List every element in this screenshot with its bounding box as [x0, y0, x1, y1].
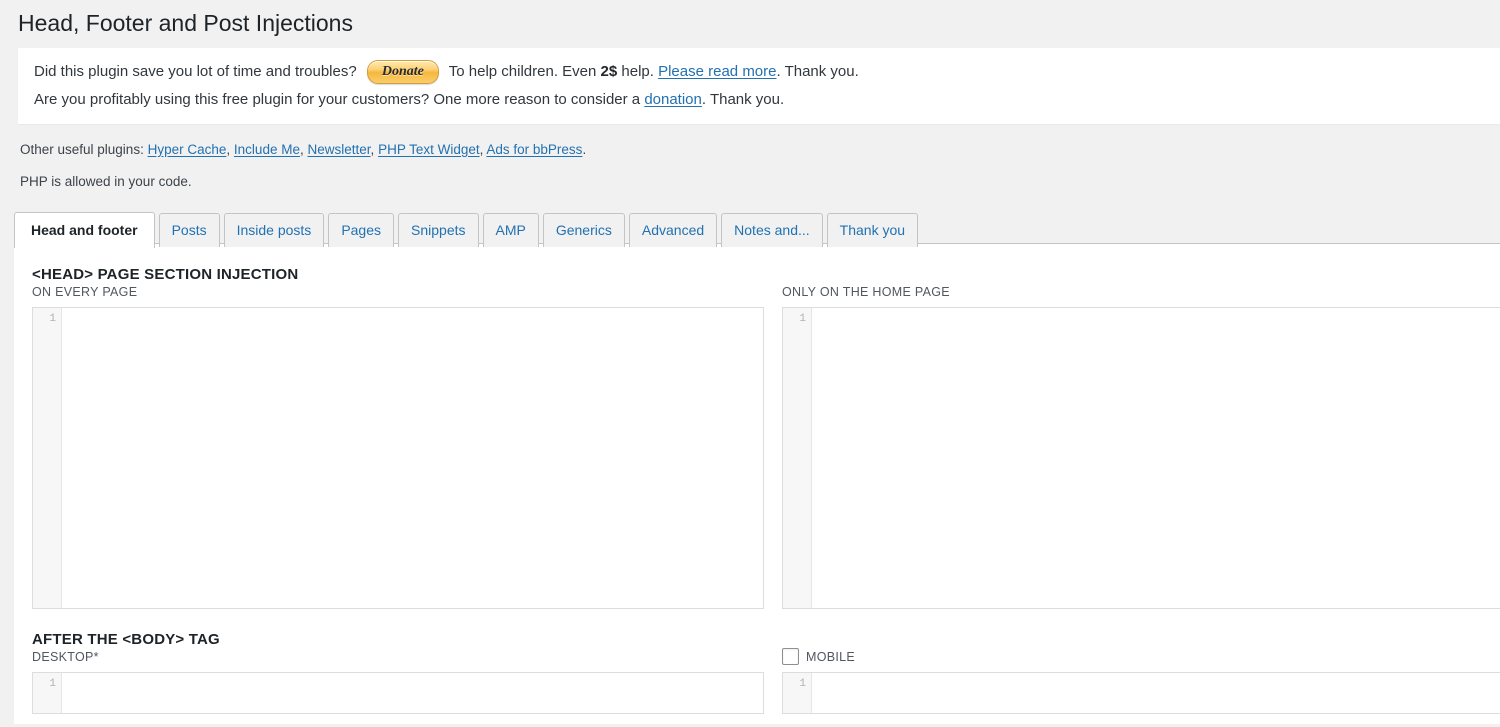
tab-posts[interactable]: Posts — [159, 213, 220, 247]
plugin-link-hyper-cache[interactable]: Hyper Cache — [148, 142, 227, 157]
label-on-every-page: ON EVERY PAGE — [32, 283, 764, 301]
plugin-link-newsletter[interactable]: Newsletter — [308, 142, 371, 157]
other-plugins-row: Other useful plugins: Hyper Cache, Inclu… — [20, 142, 1500, 157]
tab-notes-and[interactable]: Notes and... — [721, 213, 823, 247]
label-mobile: MOBILE — [782, 648, 1500, 666]
sep-4: , — [480, 142, 484, 157]
plugin-link-include-me[interactable]: Include Me — [234, 142, 300, 157]
editor-code-area[interactable] — [62, 308, 763, 608]
label-only-home-page: ONLY ON THE HOME PAGE — [782, 283, 1500, 301]
section-title-head-injection: <HEAD> PAGE SECTION INJECTION — [14, 244, 1500, 283]
label-on-every-page-text: ON EVERY PAGE — [32, 285, 137, 299]
tab-advanced[interactable]: Advanced — [629, 213, 717, 247]
tab-generics[interactable]: Generics — [543, 213, 625, 247]
donate-button[interactable]: Donate — [367, 60, 439, 84]
label-mobile-text: MOBILE — [806, 650, 855, 664]
sep-end: . — [582, 142, 586, 157]
after-body-desktop-column: DESKTOP* 1 — [32, 648, 764, 714]
tab-inside-posts[interactable]: Inside posts — [224, 213, 325, 247]
editor-gutter: 1 — [783, 673, 812, 713]
tab-panel-head-and-footer: <HEAD> PAGE SECTION INJECTION ON EVERY P… — [14, 243, 1500, 724]
head-every-page-column: ON EVERY PAGE 1 — [32, 283, 764, 609]
editor-gutter: 1 — [783, 308, 812, 608]
notice-line-2: Are you profitably using this free plugi… — [34, 88, 1490, 111]
editor-after-body-mobile[interactable]: 1 — [782, 672, 1500, 714]
donation-link[interactable]: donation — [644, 91, 702, 108]
sep-1: , — [226, 142, 230, 157]
editor-head-every-page[interactable]: 1 — [32, 307, 764, 609]
label-desktop: DESKTOP* — [32, 648, 764, 666]
page-title: Head, Footer and Post Injections — [0, 0, 1500, 43]
tab-pages[interactable]: Pages — [328, 213, 394, 247]
php-allowed-note: PHP is allowed in your code. — [20, 174, 1500, 189]
label-desktop-text: DESKTOP* — [32, 650, 99, 664]
plugin-link-ads-for-bbpress[interactable]: Ads for bbPress — [486, 142, 582, 157]
other-plugins-label: Other useful plugins: — [20, 142, 144, 157]
tab-strip: Head and footer Posts Inside posts Pages… — [14, 211, 1500, 247]
mobile-checkbox[interactable] — [782, 648, 799, 665]
editor-code-area[interactable] — [812, 673, 1500, 713]
notice-line-1-text-mid: To help children. Even — [449, 63, 597, 80]
tab-bar: Head and footer Posts Inside posts Pages… — [14, 211, 1500, 243]
donation-notice: Did this plugin save you lot of time and… — [18, 48, 1500, 124]
editor-code-area[interactable] — [812, 308, 1500, 608]
editor-code-area[interactable] — [62, 673, 763, 713]
notice-line-1: Did this plugin save you lot of time and… — [34, 60, 1490, 84]
editor-gutter: 1 — [33, 308, 62, 608]
section-title-after-body-tag: AFTER THE <BODY> TAG — [14, 609, 1500, 648]
sep-2: , — [300, 142, 304, 157]
head-injection-columns: ON EVERY PAGE 1 ONLY ON THE HOME PAGE 1 — [14, 283, 1500, 609]
head-home-page-column: ONLY ON THE HOME PAGE 1 — [782, 283, 1500, 609]
notice-line-1-text-before: Did this plugin save you lot of time and… — [34, 63, 357, 80]
editor-gutter: 1 — [33, 673, 62, 713]
editor-after-body-desktop[interactable]: 1 — [32, 672, 764, 714]
notice-line-1-text-end: . Thank you. — [777, 63, 859, 80]
after-body-columns: DESKTOP* 1 MOBILE 1 — [14, 648, 1500, 714]
editor-head-home-page[interactable]: 1 — [782, 307, 1500, 609]
tab-snippets[interactable]: Snippets — [398, 213, 478, 247]
tab-head-and-footer[interactable]: Head and footer — [14, 212, 155, 248]
donation-amount: 2$ — [601, 63, 618, 80]
notice-line-2-text-end: . Thank you. — [702, 91, 784, 108]
tab-amp[interactable]: AMP — [483, 213, 539, 247]
plugin-link-php-text-widget[interactable]: PHP Text Widget — [378, 142, 480, 157]
notice-line-2-text-before: Are you profitably using this free plugi… — [34, 91, 640, 108]
sep-3: , — [371, 142, 375, 157]
tab-thank-you[interactable]: Thank you — [827, 213, 918, 247]
notice-line-1-text-after: help. — [621, 63, 654, 80]
label-only-home-page-text: ONLY ON THE HOME PAGE — [782, 285, 950, 299]
after-body-mobile-column: MOBILE 1 — [782, 648, 1500, 714]
please-read-more-link[interactable]: Please read more — [658, 63, 776, 80]
